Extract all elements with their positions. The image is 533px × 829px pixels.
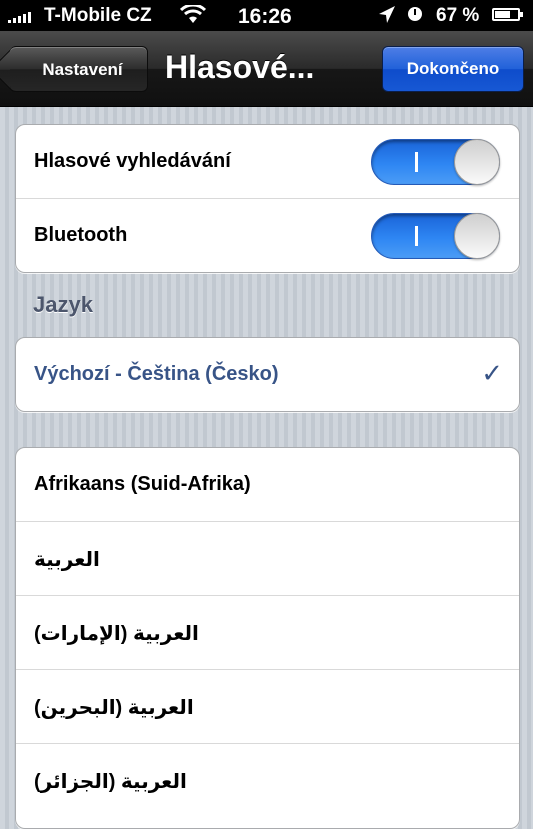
settings-group: Hlasové vyhledávání Bluetooth bbox=[15, 124, 520, 273]
language-row-arabic-bahrain[interactable]: العربية (البحرين) bbox=[16, 670, 519, 744]
navigation-bar: Nastavení Hlasové... Dokončeno bbox=[0, 31, 533, 107]
bluetooth-label: Bluetooth bbox=[34, 224, 128, 246]
checkmark-icon: ✓ bbox=[481, 358, 503, 388]
language-row-afrikaans[interactable]: Afrikaans (Suid-Afrika) bbox=[16, 448, 519, 522]
wifi-icon bbox=[179, 3, 207, 31]
language-label: العربية (الجزائر) bbox=[34, 771, 187, 793]
signal-icon bbox=[8, 11, 31, 23]
back-button[interactable]: Nastavení bbox=[10, 46, 148, 92]
language-list: Afrikaans (Suid-Afrika) العربية العربية … bbox=[15, 447, 520, 829]
bluetooth-row: Bluetooth bbox=[16, 199, 519, 272]
default-language-label: Výchozí - Čeština (Česko) bbox=[34, 363, 279, 385]
battery-level-fill bbox=[495, 11, 510, 18]
language-label: العربية bbox=[34, 549, 100, 571]
carrier-name: T-Mobile CZ bbox=[44, 5, 152, 26]
language-section-header: Jazyk bbox=[33, 292, 93, 317]
toggle-on-mark bbox=[415, 152, 418, 172]
toggle-knob bbox=[454, 213, 500, 259]
default-language-row[interactable]: Výchozí - Čeština (Česko) ✓ bbox=[16, 338, 519, 411]
toggle-on-mark bbox=[415, 226, 418, 246]
language-row-arabic-uae[interactable]: العربية (الإمارات) bbox=[16, 596, 519, 670]
status-time: 16:26 bbox=[238, 5, 292, 28]
location-icon bbox=[378, 5, 396, 31]
language-label: العربية (الإمارات) bbox=[34, 623, 199, 645]
voice-search-row: Hlasové vyhledávání bbox=[16, 125, 519, 199]
battery-percent: 67 % bbox=[436, 5, 480, 26]
language-label: Afrikaans (Suid-Afrika) bbox=[34, 473, 251, 495]
voice-search-label: Hlasové vyhledávání bbox=[34, 150, 231, 172]
language-row-arabic-algeria[interactable]: العربية (الجزائر) bbox=[16, 744, 519, 817]
voice-search-toggle[interactable] bbox=[371, 139, 500, 185]
language-row-arabic[interactable]: العربية bbox=[16, 522, 519, 596]
done-button[interactable]: Dokončeno bbox=[382, 46, 524, 92]
toggle-knob bbox=[454, 139, 500, 185]
bluetooth-toggle[interactable] bbox=[371, 213, 500, 259]
page-title: Hlasové... bbox=[165, 49, 315, 85]
alarm-icon bbox=[408, 7, 422, 21]
selected-language-group: Výchozí - Čeština (Česko) ✓ bbox=[15, 337, 520, 412]
battery-icon bbox=[492, 8, 523, 21]
language-label: العربية (البحرين) bbox=[34, 697, 194, 719]
status-bar: T-Mobile CZ 16:26 67 % bbox=[0, 0, 533, 31]
